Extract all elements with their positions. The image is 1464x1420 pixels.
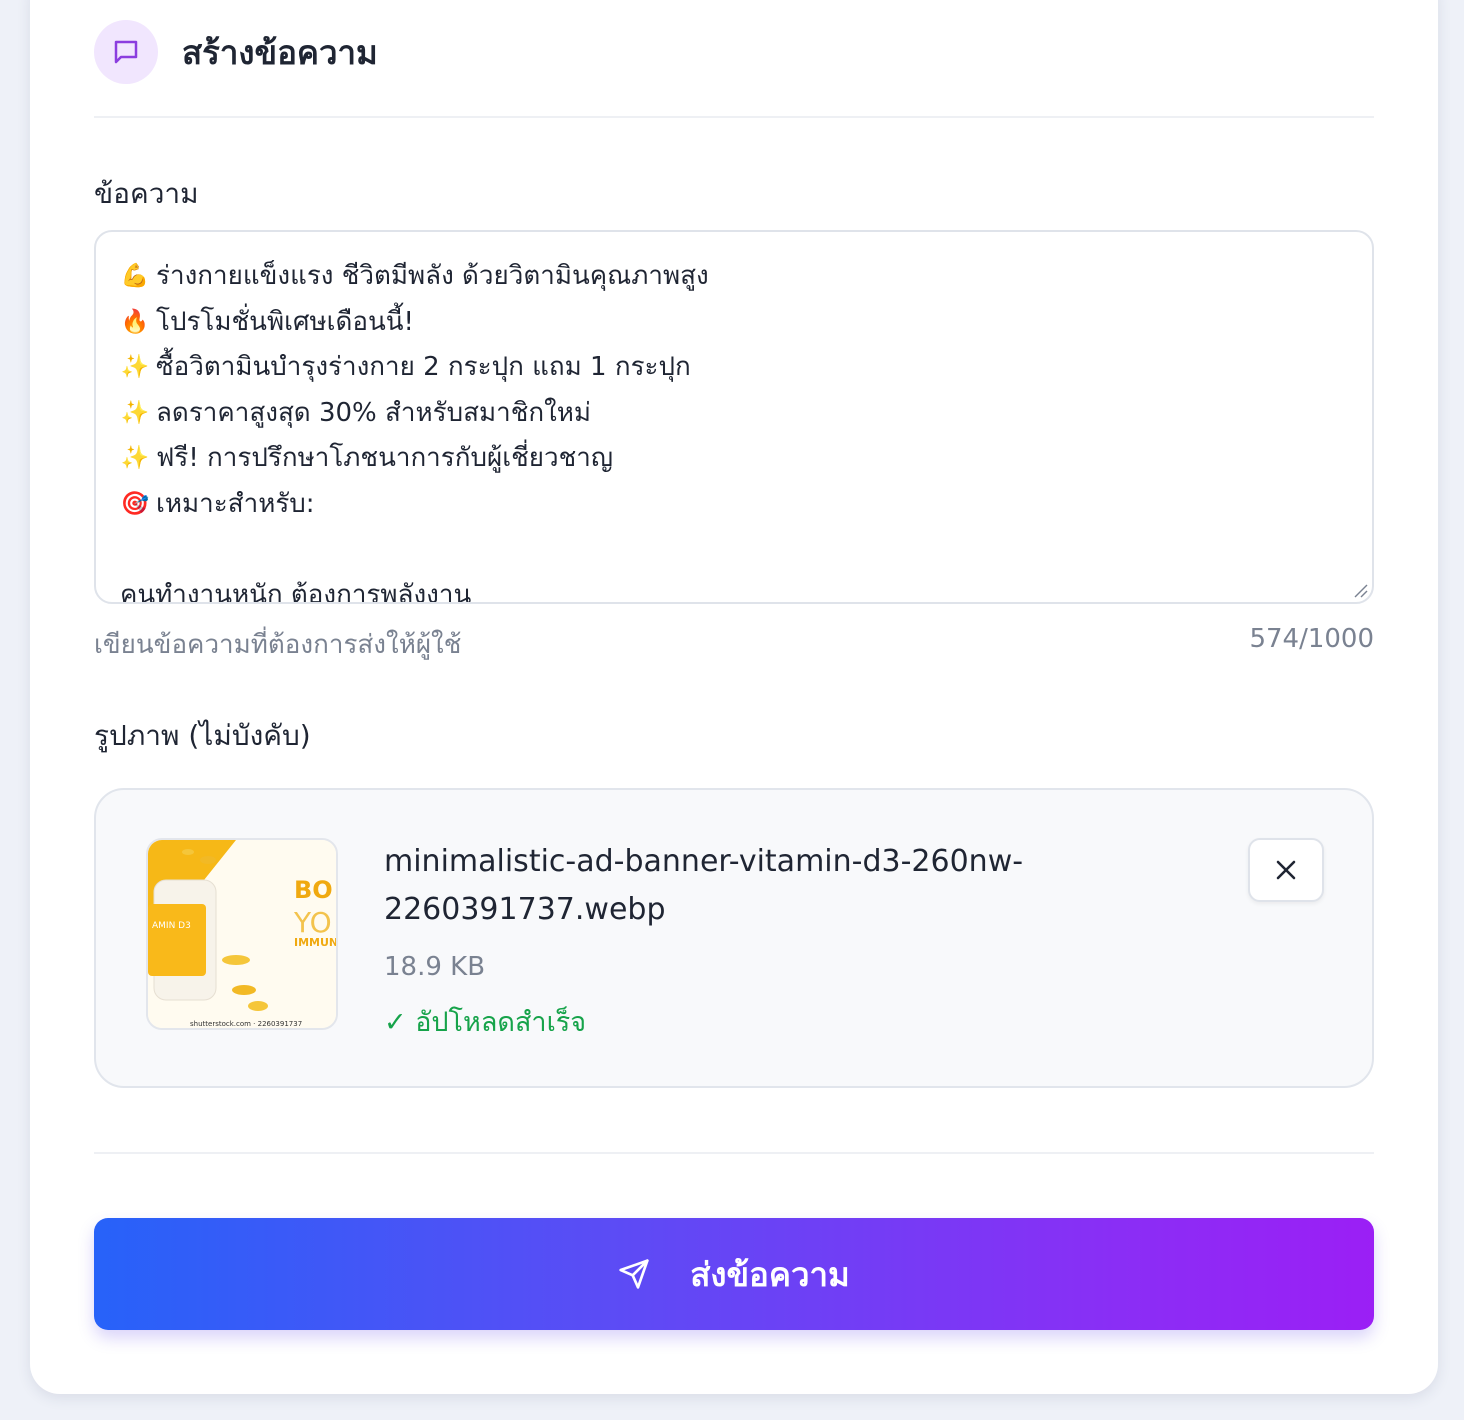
message-line-text: ร่างกายแข็งแรง ชีวิตมีพลัง ด้วยวิตามินคุ…	[156, 261, 709, 291]
emoji-icon: ✨	[120, 445, 150, 471]
message-line-text: ฟรี! การปรึกษาโภชนาการกับผู้เชี่ยวชาญ	[156, 443, 613, 473]
message-line: ✨ ลดราคาสูงสุด 30% สำหรับสมาชิกใหม่	[120, 391, 1348, 437]
image-thumbnail: AMIN D3 BO YO IMMUN shutterstock.com · 2…	[146, 838, 338, 1030]
character-counter: 574/1000	[1249, 624, 1374, 654]
message-line-text: ซื้อวิตามินบำรุงร่างกาย 2 กระปุก แถม 1 ก…	[156, 352, 691, 382]
resize-handle-icon[interactable]	[1352, 582, 1368, 598]
emoji-icon: ✨	[120, 399, 150, 426]
message-line: ✨ ฟรี! การปรึกษาโภชนาการกับผู้เชี่ยวชาญ	[120, 436, 1348, 482]
message-line: 🔥 โปรโมชั่นพิเศษเดือนนี้!	[120, 300, 1348, 346]
uploaded-file-card: AMIN D3 BO YO IMMUN shutterstock.com · 2…	[94, 788, 1374, 1088]
message-line: คนทำงานหนัก ต้องการพลังงาน	[120, 573, 1348, 604]
message-line-text: ลดราคาสูงสุด 30% สำหรับสมาชิกใหม่	[156, 397, 592, 428]
compose-card: สร้างข้อความ ข้อความ 💪 ร่างกายแข็งแรง ชีว…	[30, 0, 1438, 1394]
image-label: รูปภาพ (ไม่บังคับ)	[94, 719, 311, 752]
message-label: ข้อความ	[94, 177, 199, 210]
message-lines: 💪 ร่างกายแข็งแรง ชีวิตมีพลัง ด้วยวิตามินค…	[120, 254, 1348, 604]
emoji-icon: ✨	[120, 354, 150, 380]
svg-text:IMMUN: IMMUN	[294, 936, 338, 949]
file-name: minimalistic-ad-banner-vitamin-d3-260nw-…	[384, 844, 1024, 927]
message-line: ✨ ซื้อวิตามินบำรุงร่างกาย 2 กระปุก แถม 1 …	[120, 345, 1348, 391]
file-size: 18.9 KB	[384, 952, 486, 982]
message-line-text: เหมาะสำหรับ:	[156, 488, 315, 519]
page-title: สร้างข้อความ	[182, 32, 378, 72]
emoji-icon: 💪	[120, 263, 150, 289]
message-line	[120, 527, 1348, 573]
header-divider	[94, 116, 1374, 118]
message-textarea[interactable]: 💪 ร่างกายแข็งแรง ชีวิตมีพลัง ด้วยวิตามินค…	[94, 230, 1374, 604]
svg-text:AMIN D3: AMIN D3	[152, 921, 191, 931]
send-message-button[interactable]: ส่งข้อความ	[94, 1218, 1374, 1330]
emoji-icon: 🔥	[120, 308, 150, 335]
svg-text:shutterstock.com · 2260391737: shutterstock.com · 2260391737	[190, 1020, 302, 1028]
card-header: สร้างข้อความ	[94, 20, 378, 84]
message-line-text: คนทำงานหนัก ต้องการพลังงาน	[120, 579, 472, 604]
message-helper-text: เขียนข้อความที่ต้องการส่งให้ผู้ใช้	[94, 630, 462, 660]
upload-status: ✓ อัปโหลดสำเร็จ	[384, 1007, 587, 1038]
remove-image-button[interactable]	[1248, 838, 1324, 902]
svg-text:YO: YO	[293, 906, 332, 939]
close-icon	[1276, 860, 1296, 880]
message-line: 🎯 เหมาะสำหรับ:	[120, 482, 1348, 528]
message-line: 💪 ร่างกายแข็งแรง ชีวิตมีพลัง ด้วยวิตามินค…	[120, 254, 1348, 300]
send-button-label: ส่งข้อความ	[690, 1254, 850, 1294]
footer-divider	[94, 1152, 1374, 1154]
emoji-icon: 🎯	[120, 490, 150, 517]
svg-text:BO: BO	[294, 876, 333, 904]
message-square-icon	[94, 20, 158, 84]
message-line-text: โปรโมชั่นพิเศษเดือนนี้!	[156, 306, 414, 337]
send-icon	[619, 1259, 649, 1289]
